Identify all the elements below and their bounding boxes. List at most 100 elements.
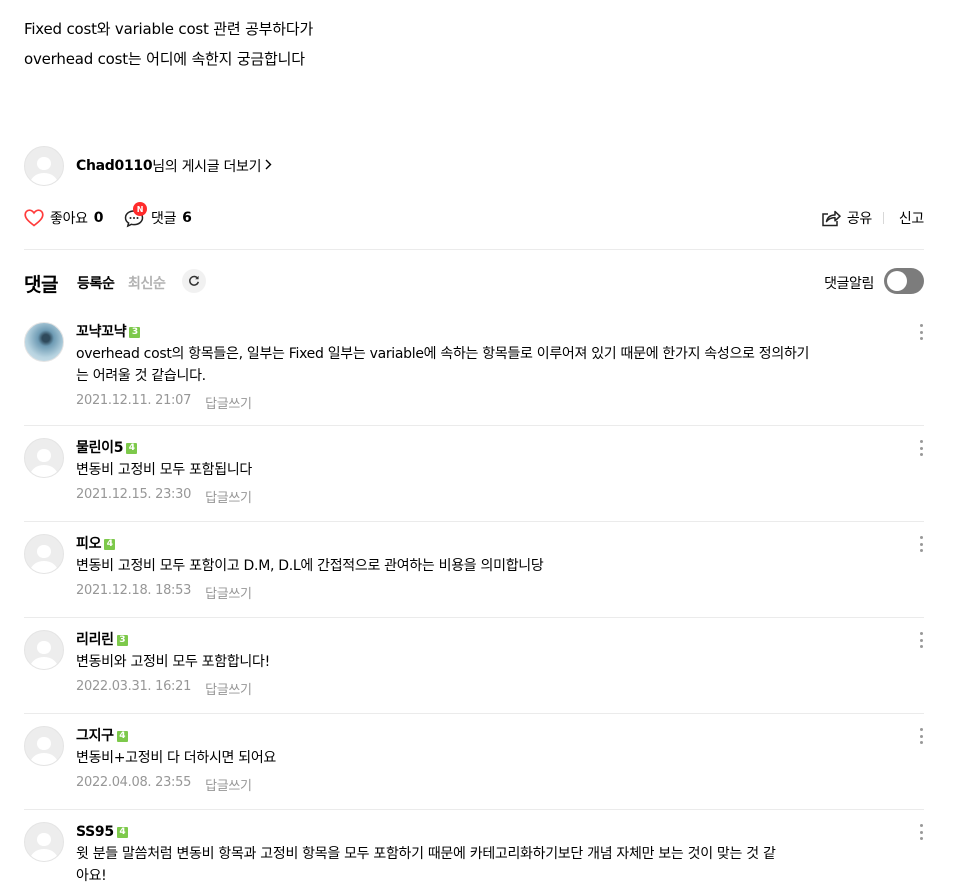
reply-button[interactable]: 답글쓰기	[205, 775, 252, 794]
comment-date: 2021.12.15. 23:30	[76, 487, 192, 502]
more-dot	[919, 453, 923, 456]
share-arrow-icon	[822, 210, 841, 227]
like-count: 0	[93, 210, 104, 226]
post-content: Fixed cost와 variable cost 관련 공부하다가 overh…	[24, 14, 924, 74]
commenter-nickname[interactable]: 리리린	[76, 630, 114, 650]
comment-body: 리리린 3 변동비와 고정비 모두 포함합니다! 2022.03.31. 16:21 답…	[76, 630, 896, 698]
commenter-nickname[interactable]: 그지구	[76, 726, 114, 746]
comment-item: SS95 4 윗 분들 말씀처럼 변동비 항목과 고정비 항목을 모두 포함하기 때…	[24, 822, 924, 892]
more-dot	[919, 638, 923, 642]
commenter-avatar[interactable]	[24, 822, 64, 862]
comment-text-line: 변동비+고정비 다 더하시면 되어요	[76, 750, 277, 766]
reply-button[interactable]: 답글쓰기	[205, 487, 252, 506]
comment-text-line: overhead cost의 항목들은, 일부는 Fixed 일부는 varia…	[76, 346, 810, 362]
member-level-badge: 4	[104, 538, 116, 550]
more-dot	[919, 734, 923, 738]
more-dot	[919, 542, 923, 546]
speech-bubble-icon: N	[124, 202, 147, 228]
member-level-badge: 4	[116, 730, 128, 742]
commenter-row: 꼬냑꼬냑 3	[76, 322, 896, 342]
author-more-posts-link[interactable]: Chad0110 님의 게시글 더보기	[76, 156, 272, 176]
more-vertical-icon[interactable]	[918, 438, 924, 458]
more-vertical-icon[interactable]	[918, 726, 924, 746]
comment-body: 물린이5 4 변동비 고정비 모두 포함됩니다 2021.12.15. 23:30 답글…	[76, 438, 896, 506]
more-dot	[919, 741, 923, 744]
sort-latest-tab[interactable]: 최신순	[128, 273, 166, 293]
comment-body: 피오 4 변동비 고정비 모두 포함이고 D.M, D.L에 간접적으로 관여하는 …	[76, 534, 896, 602]
commenter-nickname[interactable]: 피오	[76, 534, 101, 554]
more-dot	[919, 337, 923, 340]
commenter-row: 그지구 4	[76, 726, 896, 746]
like-button[interactable]: 좋아요 0	[24, 206, 104, 230]
more-dot	[919, 824, 923, 827]
more-dot	[919, 446, 923, 450]
more-vertical-icon[interactable]	[918, 322, 924, 342]
report-button[interactable]: 신고	[899, 206, 924, 230]
comment-text: 변동비 고정비 모두 포함됩니다	[76, 459, 896, 481]
more-dot	[919, 728, 923, 731]
refresh-button[interactable]	[182, 269, 206, 293]
commenter-avatar[interactable]	[24, 438, 64, 478]
comment-item: 리리린 3 변동비와 고정비 모두 포함합니다! 2022.03.31. 16:21 답…	[24, 630, 924, 714]
post-action-bar: 좋아요 0 N 댓글 6 공유 신고	[24, 202, 924, 250]
more-vertical-icon[interactable]	[918, 534, 924, 554]
more-vertical-icon[interactable]	[918, 630, 924, 650]
comment-text: 윗 분들 말씀처럼 변동비 항목과 고정비 항목을 모두 포함하기 때문에 카테…	[76, 843, 896, 887]
comment-date: 2022.03.31. 16:21	[76, 679, 192, 694]
commenter-avatar[interactable]	[24, 534, 64, 574]
heart-outline-icon	[24, 209, 44, 227]
reply-button[interactable]: 답글쓰기	[205, 679, 252, 698]
comment-item: 그지구 4 변동비+고정비 다 더하시면 되어요 2022.04.08. 23:55 답…	[24, 726, 924, 810]
comment-alarm-toggle[interactable]	[884, 268, 924, 294]
post-line: Fixed cost와 variable cost 관련 공부하다가	[24, 20, 314, 38]
author-avatar[interactable]	[24, 146, 64, 186]
comments-header: 댓글 등록순 최신순 댓글알림	[24, 268, 924, 296]
like-label: 좋아요	[50, 211, 88, 227]
member-level-badge: 3	[129, 326, 141, 338]
comment-text: 변동비와 고정비 모두 포함합니다!	[76, 651, 896, 673]
comment-meta: 2021.12.15. 23:30 답글쓰기	[76, 487, 896, 506]
post-line: overhead cost는 어디에 속한지 궁금합니다	[24, 50, 305, 68]
commenter-avatar[interactable]	[24, 322, 64, 362]
more-dot	[919, 645, 923, 648]
member-level-badge: 4	[116, 826, 128, 838]
comment-meta: 2021.12.11. 21:07 답글쓰기	[76, 393, 896, 412]
more-dot	[919, 330, 923, 334]
more-dot	[919, 440, 923, 443]
commenter-avatar[interactable]	[24, 726, 64, 766]
commenter-nickname[interactable]: 꼬냑꼬냑	[76, 322, 127, 342]
commenter-row: 리리린 3	[76, 630, 896, 650]
comment-text: 변동비 고정비 모두 포함이고 D.M, D.L에 간접적으로 관여하는 비용을…	[76, 555, 896, 577]
comment-date: 2021.12.18. 18:53	[76, 583, 192, 598]
comment-date: 2022.04.08. 23:55	[76, 775, 192, 790]
member-level-badge: 4	[126, 442, 138, 454]
more-dot	[919, 830, 923, 834]
share-button[interactable]: 공유	[821, 206, 872, 230]
toggle-knob	[887, 271, 907, 291]
comment-text-line: 아요!	[76, 868, 107, 884]
more-vertical-icon[interactable]	[918, 822, 924, 842]
comment-body: 그지구 4 변동비+고정비 다 더하시면 되어요 2022.04.08. 23:55 답…	[76, 726, 896, 794]
comment-item: 피오 4 변동비 고정비 모두 포함이고 D.M, D.L에 간접적으로 관여하는 …	[24, 534, 924, 618]
sort-registered-tab[interactable]: 등록순	[77, 273, 115, 293]
comment-text-line: 는 어려울 것 같습니다.	[76, 368, 206, 384]
comment-text: 변동비+고정비 다 더하시면 되어요	[76, 747, 896, 769]
commenter-avatar[interactable]	[24, 630, 64, 670]
commenter-row: 피오 4	[76, 534, 896, 554]
chevron-right-icon	[265, 158, 272, 174]
refresh-icon	[189, 275, 200, 286]
reply-button[interactable]: 답글쓰기	[205, 583, 252, 602]
reply-button[interactable]: 답글쓰기	[205, 393, 252, 412]
commenter-row: SS95 4	[76, 822, 896, 842]
comment-text: overhead cost의 항목들은, 일부는 Fixed 일부는 varia…	[76, 343, 896, 387]
comment-count-button[interactable]: N 댓글 6	[124, 202, 192, 230]
comment-count: 6	[182, 210, 192, 226]
more-dot	[919, 549, 923, 552]
member-level-badge: 3	[116, 634, 128, 646]
commenter-nickname[interactable]: 물린이5	[76, 438, 123, 458]
new-badge: N	[133, 202, 147, 216]
comment-item: 꼬냑꼬냑 3 overhead cost의 항목들은, 일부는 Fixed 일부는 …	[24, 322, 924, 426]
commenter-nickname[interactable]: SS95	[76, 822, 114, 842]
comment-meta: 2021.12.18. 18:53 답글쓰기	[76, 583, 896, 602]
comment-alarm-label: 댓글알림	[824, 276, 874, 292]
